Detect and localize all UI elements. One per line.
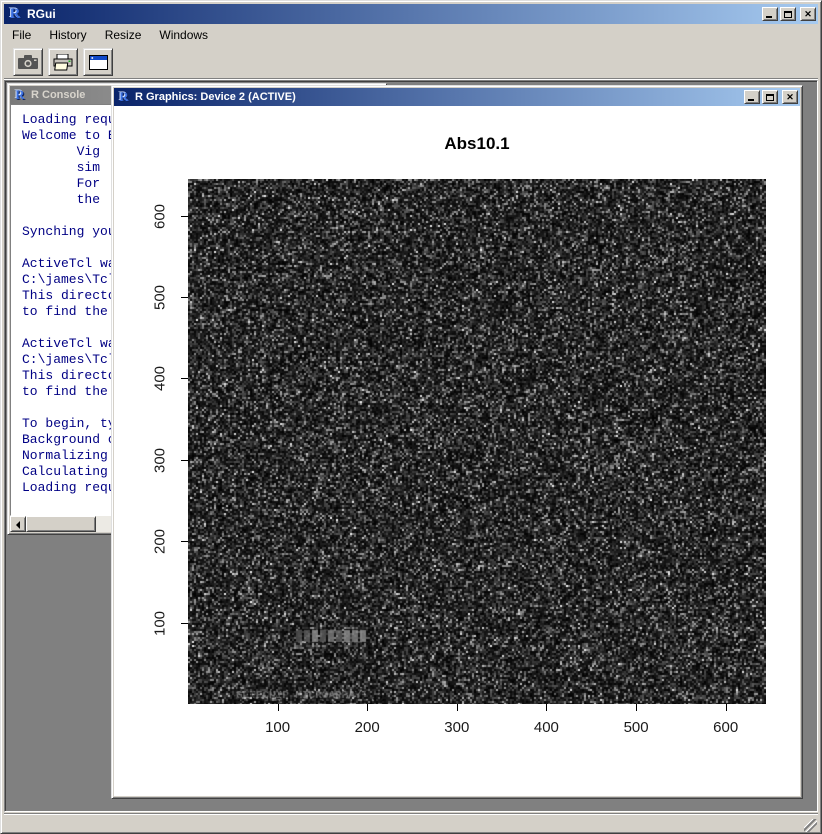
x-tick <box>546 704 547 711</box>
x-tick-label: 100 <box>256 719 300 736</box>
y-tick-label: 100 <box>152 606 169 640</box>
printer-icon <box>53 54 73 71</box>
graphics-title: R Graphics: Device 2 (ACTIVE) <box>135 91 744 103</box>
r-logo-icon: R <box>13 88 27 102</box>
x-tick <box>636 704 637 711</box>
close-button[interactable]: ✕ <box>800 7 816 21</box>
y-tick <box>181 541 188 542</box>
y-tick <box>181 297 188 298</box>
y-tick-label: 200 <box>152 525 169 559</box>
y-tick <box>181 460 188 461</box>
y-tick <box>181 623 188 624</box>
y-tick-label: 500 <box>152 281 169 315</box>
mdi-area: R R Console Loading requWelcome to B Vig… <box>4 80 818 812</box>
rgui-window: R RGui ✕ File History Resize Windows <box>0 0 822 834</box>
x-tick-label: 400 <box>524 719 568 736</box>
minimize-button[interactable] <box>762 7 778 21</box>
print-button[interactable] <box>48 48 78 76</box>
main-titlebar[interactable]: R RGui ✕ <box>4 4 818 24</box>
y-tick-label: 400 <box>152 362 169 396</box>
close-icon: ✕ <box>786 93 794 102</box>
menubar: File History Resize Windows <box>4 24 818 46</box>
close-icon: ✕ <box>804 10 812 19</box>
menu-history[interactable]: History <box>49 26 96 44</box>
y-tick <box>181 216 188 217</box>
x-tick-label: 300 <box>435 719 479 736</box>
window-title: RGui <box>27 7 762 21</box>
y-tick <box>181 378 188 379</box>
x-tick-label: 200 <box>345 719 389 736</box>
graphics-window[interactable]: R R Graphics: Device 2 (ACTIVE) ✕ Abs10.… <box>111 85 803 799</box>
graphics-minimize-button[interactable] <box>744 90 760 104</box>
maximize-button[interactable] <box>780 7 796 21</box>
menu-resize[interactable]: Resize <box>105 26 152 44</box>
plot-title: Abs10.1 <box>188 134 766 154</box>
snapshot-button[interactable] <box>13 48 43 76</box>
window-icon <box>89 55 108 70</box>
menu-file[interactable]: File <box>12 26 41 44</box>
window-button[interactable] <box>83 48 113 76</box>
arrow-left-icon <box>16 521 20 529</box>
x-tick <box>726 704 727 711</box>
status-bar <box>4 813 818 833</box>
x-tick-label: 600 <box>704 719 748 736</box>
y-tick-label: 300 <box>152 443 169 477</box>
x-tick <box>278 704 279 711</box>
minimize-icon <box>766 16 772 18</box>
maximize-icon <box>766 94 774 101</box>
resize-grip-icon[interactable] <box>804 819 817 832</box>
scroll-thumb[interactable] <box>26 516 96 532</box>
graphics-close-button[interactable]: ✕ <box>782 90 798 104</box>
x-tick <box>457 704 458 711</box>
r-logo-icon: R <box>7 7 23 22</box>
menu-windows[interactable]: Windows <box>159 26 218 44</box>
scroll-left-button[interactable] <box>10 516 26 532</box>
microarray-image <box>188 179 766 704</box>
toolbar <box>4 46 818 78</box>
graphics-maximize-button[interactable] <box>762 90 778 104</box>
x-tick <box>367 704 368 711</box>
plot-area: Abs10.1 100 200 300 400 500 600 100 200 300 400 50… <box>114 106 800 796</box>
camera-icon <box>18 55 38 70</box>
y-tick-label: 600 <box>152 199 169 233</box>
maximize-icon <box>784 11 792 18</box>
r-logo-icon: R <box>117 90 131 104</box>
graphics-titlebar[interactable]: R R Graphics: Device 2 (ACTIVE) ✕ <box>114 88 800 106</box>
x-tick-label: 500 <box>614 719 658 736</box>
minimize-icon <box>748 99 754 101</box>
